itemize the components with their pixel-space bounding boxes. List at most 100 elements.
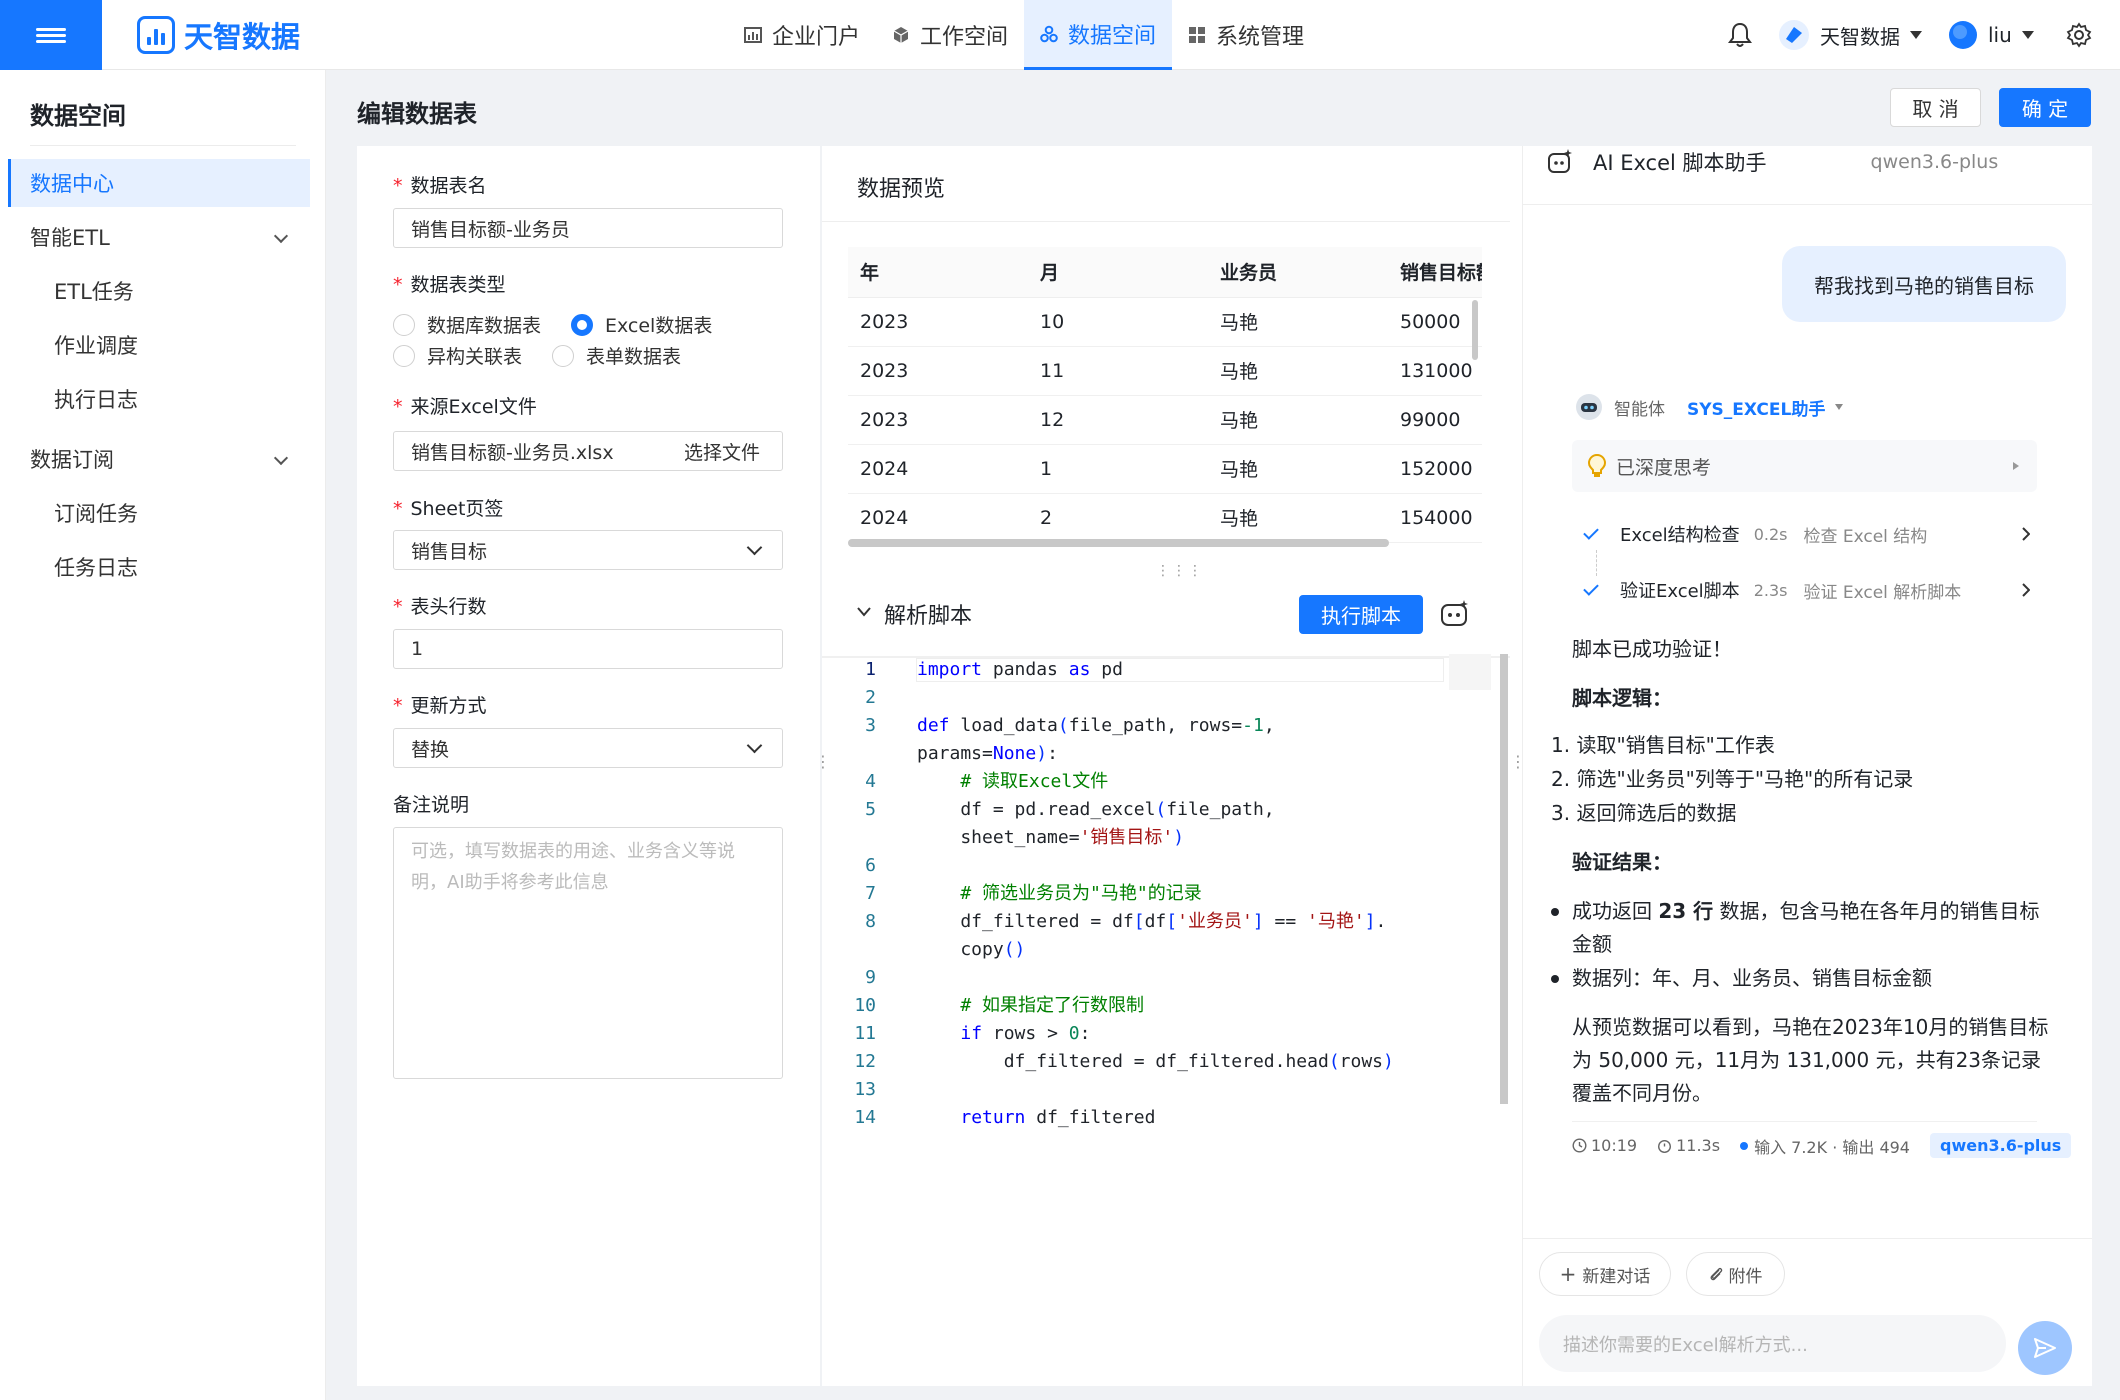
nav-tab-dataspace[interactable]: 数据空间: [1024, 0, 1173, 70]
script-title: 解析脚本: [884, 604, 973, 629]
logic-item: 2. 筛选"业务员"列等于"马艳"的所有记录: [1551, 767, 1914, 791]
step-item[interactable]: 验证Excel脚本 2.3s 验证 Excel 解析脚本: [1583, 570, 2036, 610]
table-row: 2024 1 马艳 152000: [848, 444, 1482, 494]
agent-avatar-icon: [1576, 394, 1602, 420]
resize-handle-left[interactable]: ⋮: [815, 752, 831, 771]
attach-button[interactable]: 附件: [1686, 1252, 1785, 1296]
paperclip-icon: [1710, 1267, 1722, 1281]
radio-hetero-table[interactable]: 异构关联表: [393, 342, 522, 369]
line-number: 12: [854, 1051, 876, 1072]
step-time: 0.2s: [1753, 524, 1788, 544]
source-file-name: 销售目标额-业务员.xlsx: [411, 441, 614, 464]
gear-icon[interactable]: [2066, 22, 2092, 48]
nav-tab-label: 工作空间: [920, 25, 1009, 50]
bullet: [1551, 975, 1559, 983]
line-number: 9: [865, 967, 876, 988]
code-line: 9: [826, 964, 1496, 992]
sidebar-item-etl-task[interactable]: ETL任务: [8, 267, 310, 315]
sidebar-item-job-schedule[interactable]: 作业调度: [8, 321, 310, 369]
cancel-button[interactable]: 取 消: [1890, 88, 1981, 127]
column-header[interactable]: 销售目标额: [1388, 247, 1482, 298]
run-script-button[interactable]: 执行脚本: [1299, 595, 1423, 634]
radio-db-table[interactable]: 数据库数据表: [393, 311, 541, 338]
menu-toggle-button[interactable]: [0, 0, 102, 70]
sidebar-item-subscribe-task[interactable]: 订阅任务: [8, 489, 310, 537]
line-number: 4: [865, 771, 876, 792]
code-line-wrap: copy(): [826, 936, 1496, 964]
new-chat-button[interactable]: + 新建对话: [1539, 1252, 1671, 1296]
preview-vertical-scrollbar[interactable]: [1472, 300, 1478, 360]
sidebar-title: 数据空间: [30, 102, 126, 130]
step-item[interactable]: Excel结构检查 0.2s 检查 Excel 结构: [1583, 514, 2036, 554]
resize-handle-horizontal[interactable]: ⋮⋮⋮: [1156, 563, 1204, 579]
table-cell: 马艳: [1208, 346, 1388, 396]
user-menu[interactable]: liu: [1948, 20, 2034, 50]
choose-file-button[interactable]: 选择文件: [684, 438, 760, 465]
org-switcher[interactable]: 天智数据: [1778, 19, 1922, 51]
ai-assistant-title: AI Excel 脚本助手: [1593, 151, 1767, 175]
chevron-down-icon: [746, 737, 763, 754]
verify-item: 数据列：年、月、业务员、销售目标金额: [1572, 966, 1932, 990]
remark-textarea[interactable]: 可选，填写数据表的用途、业务含义等说明，AI助手将参考此信息: [393, 827, 783, 1079]
chevron-right-icon: [2022, 527, 2030, 541]
caret-down-icon: [2021, 31, 2034, 39]
thinking-panel[interactable]: 已深度思考: [1572, 440, 2037, 492]
column-header[interactable]: 月: [1028, 247, 1208, 298]
cluster-icon: [1040, 25, 1058, 42]
bell-icon[interactable]: [1728, 22, 1752, 48]
lightbulb-icon: [1588, 454, 1606, 477]
line-number: 7: [865, 883, 876, 904]
sidebar-item-data-center[interactable]: 数据中心: [8, 159, 310, 207]
nav-tab-portal[interactable]: 企业门户: [728, 0, 876, 70]
column-header[interactable]: 年: [848, 247, 1028, 298]
preview-horizontal-scrollbar[interactable]: [848, 539, 1389, 547]
required-mark: *: [393, 175, 403, 197]
code-text: def load_data(file_path, rows=-1,: [917, 715, 1275, 736]
column-header[interactable]: 业务员: [1208, 247, 1388, 298]
editor-scrollbar[interactable]: [1500, 654, 1508, 1104]
token-dot-icon: [1740, 1141, 1749, 1150]
header-rows-label: * 表头行数: [393, 596, 487, 618]
sidebar-item-task-log[interactable]: 任务日志: [8, 543, 310, 591]
update-mode-select[interactable]: 替换: [393, 728, 783, 768]
preview-table-viewport[interactable]: 年 月 业务员 销售目标额 202310马艳50000 202311马艳1310…: [848, 247, 1482, 547]
user-avatar-icon: [1949, 21, 1977, 49]
chevron-down-icon[interactable]: [857, 607, 871, 617]
table-cell: 1: [1028, 444, 1208, 494]
nav-tab-workspace[interactable]: 工作空间: [876, 0, 1024, 70]
radio-form-table[interactable]: 表单数据表: [552, 342, 681, 369]
nav-tab-label: 数据空间: [1068, 23, 1157, 49]
table-cell: 131000: [1388, 346, 1482, 396]
ai-model-name: qwen3.6-plus: [1870, 151, 1999, 173]
agent-name: SYS_EXCEL助手: [1687, 399, 1826, 420]
sidebar-item-exec-log[interactable]: 执行日志: [8, 375, 310, 423]
code-editor[interactable]: 1 import pandas as pd 2 3 def load_data(fi…: [826, 656, 1496, 1132]
line-number: 1: [865, 659, 876, 680]
sheet-select-value: 销售目标: [411, 540, 488, 563]
robot-icon: [1548, 149, 1572, 173]
header-actions: 天智数据 liu: [1728, 0, 2092, 70]
nav-tab-system[interactable]: 系统管理: [1172, 0, 1320, 70]
confirm-button[interactable]: 确 定: [1999, 88, 2091, 127]
header-rows-input[interactable]: 1: [393, 629, 783, 669]
brand-logo[interactable]: 天智数据: [137, 14, 300, 56]
code-text: # 如果指定了行数限制: [960, 995, 1145, 1016]
table-name-input[interactable]: 销售目标额-业务员: [393, 208, 783, 248]
step-time: 2.3s: [1753, 580, 1788, 600]
radio-excel-table[interactable]: Excel数据表: [571, 311, 712, 338]
caret-right-icon: [2013, 462, 2019, 470]
brand-logo-icon: [137, 16, 175, 54]
sidebar-item-data-subscribe[interactable]: 数据订阅: [8, 435, 310, 483]
step-desc: 检查 Excel 结构: [1803, 526, 1928, 547]
code-text: df = pd.read_excel(file_path,: [917, 799, 1275, 820]
page-title: 编辑数据表: [357, 100, 477, 128]
source-file-input[interactable]: 销售目标额-业务员.xlsx 选择文件: [393, 431, 783, 471]
chat-input[interactable]: 描述你需要的Excel解析方式...: [1539, 1315, 2006, 1372]
agent-selector[interactable]: 智能体 SYS_EXCEL助手: [1574, 392, 1844, 422]
sidebar-item-smart-etl[interactable]: 智能ETL: [8, 213, 310, 261]
ai-assist-icon[interactable]: [1440, 599, 1470, 627]
code-line: 8 df_filtered = df[df['业务员'] == '马艳'].: [826, 908, 1496, 936]
sheet-select[interactable]: 销售目标: [393, 530, 783, 570]
send-button[interactable]: [2018, 1321, 2072, 1375]
chevron-right-icon: [2022, 583, 2030, 597]
